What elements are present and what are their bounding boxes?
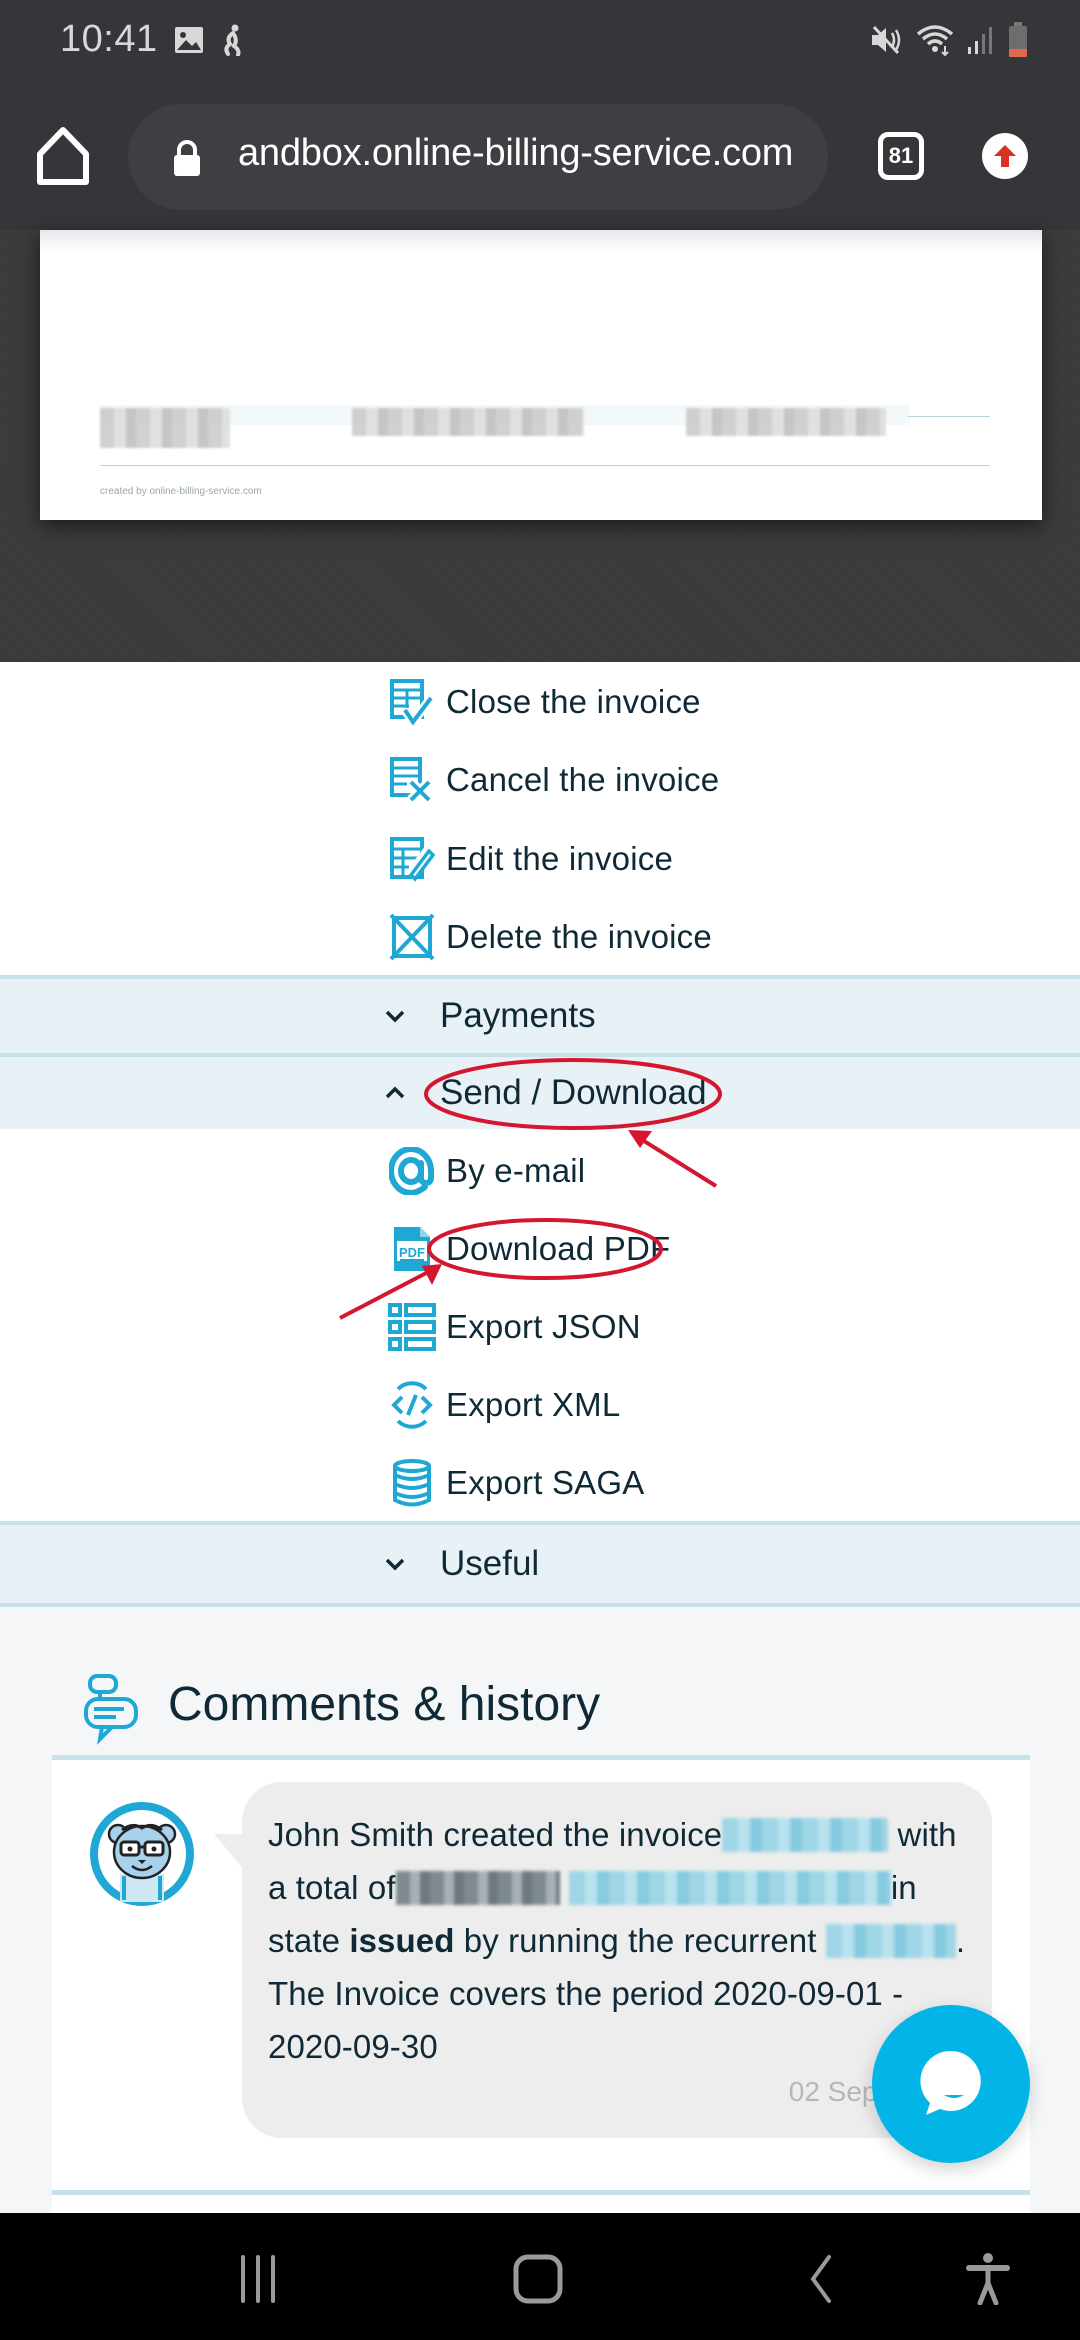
- invoice-rule: [908, 416, 990, 417]
- chat-bubbles-icon: [82, 1673, 146, 1745]
- chat-icon: [920, 2050, 981, 2115]
- comment-author-line: John Smith created the invoice: [268, 1816, 723, 1853]
- delete-box-icon: [388, 913, 436, 961]
- battery-low-icon: [1008, 22, 1028, 63]
- section-label: Useful: [440, 1544, 540, 1583]
- chevron-down-icon: [380, 1001, 410, 1031]
- action-label: Download PDF: [446, 1230, 671, 1267]
- comment-text-fragment: state: [268, 1922, 341, 1959]
- home-icon: [37, 127, 89, 185]
- system-nav-bar: [0, 2213, 1080, 2340]
- comment-text: John Smith created the invoice with a to…: [268, 1816, 966, 2065]
- redacted-text: [686, 408, 886, 436]
- action-label: Export XML: [446, 1386, 621, 1423]
- section-label: Payments: [440, 996, 596, 1035]
- export-json-action[interactable]: Export JSON: [388, 1297, 641, 1357]
- browser-chrome: 10:41 andbox.online-billing-service.com …: [0, 0, 1080, 230]
- action-label: By e-mail: [446, 1152, 586, 1189]
- invoice-credit: created by online-billing-service.com: [100, 486, 262, 497]
- status-icons-right: [870, 22, 1028, 63]
- action-label: Export SAGA: [446, 1464, 645, 1501]
- mute-icon: [870, 24, 904, 61]
- chevron-down-icon: [380, 1549, 410, 1579]
- redacted-recurrent-id[interactable]: [825, 1924, 956, 1958]
- action-label: Close the invoice: [446, 683, 701, 720]
- section-useful[interactable]: Useful: [0, 1521, 1080, 1603]
- back-button[interactable]: [790, 2251, 850, 2307]
- code-icon: [388, 1381, 436, 1429]
- invoice-check-icon: [388, 678, 436, 726]
- wifi-icon: [916, 24, 954, 61]
- signal-icon: [966, 25, 996, 60]
- action-label: Edit the invoice: [446, 840, 673, 877]
- url-text[interactable]: andbox.online-billing-service.com: [238, 132, 793, 175]
- home-square-icon: [513, 2254, 563, 2304]
- close-invoice-action[interactable]: Close the invoice: [388, 672, 701, 732]
- update-arrow-icon: [994, 145, 1016, 167]
- edit-invoice-action[interactable]: Edit the invoice: [388, 829, 673, 889]
- gallery-icon: [174, 26, 204, 59]
- list-icon: [388, 1303, 436, 1351]
- invoice-cancel-icon: [388, 756, 436, 804]
- comment-card: John Smith created the invoice with a to…: [52, 1755, 1030, 2225]
- pdf-file-icon: PDF: [388, 1225, 436, 1273]
- status-icons-left: [174, 24, 246, 61]
- cancel-invoice-action[interactable]: Cancel the invoice: [388, 750, 719, 810]
- accessibility-icon: [966, 2253, 1010, 2305]
- delete-invoice-action[interactable]: Delete the invoice: [388, 907, 712, 967]
- home-nav-button[interactable]: [508, 2251, 568, 2307]
- export-xml-action[interactable]: Export XML: [388, 1375, 620, 1435]
- redacted-amount: [395, 1871, 560, 1905]
- action-label: Export JSON: [446, 1308, 641, 1345]
- svg-text:PDF: PDF: [399, 1245, 425, 1260]
- send-by-email-action[interactable]: By e-mail: [388, 1141, 585, 1201]
- recent-apps-icon: [241, 2255, 275, 2303]
- tab-switcher-button[interactable]: 81: [878, 132, 924, 180]
- tab-count: 81: [888, 143, 914, 168]
- comment-text-fragment: with: [897, 1816, 957, 1853]
- section-send-download[interactable]: Send / Download: [0, 1053, 1080, 1129]
- comments-title: Comments & history: [168, 1678, 601, 1731]
- lock-icon[interactable]: [172, 140, 202, 176]
- avatar: [90, 1802, 194, 1906]
- home-button[interactable]: [34, 126, 92, 186]
- comment-text-fragment: a total of: [268, 1869, 396, 1906]
- section-payments[interactable]: Payments: [0, 975, 1080, 1053]
- recent-apps-button[interactable]: [228, 2251, 288, 2307]
- export-saga-action[interactable]: Export SAGA: [388, 1453, 644, 1513]
- status-time: 10:41: [60, 18, 158, 60]
- invoice-edit-icon: [388, 835, 436, 883]
- accessibility-running-icon: [220, 24, 246, 61]
- update-button[interactable]: [982, 133, 1028, 179]
- action-label: Cancel the invoice: [446, 761, 720, 798]
- database-icon: [388, 1459, 436, 1507]
- invoice-rule: [100, 465, 990, 466]
- redacted-text: [352, 408, 584, 436]
- comment-text-fragment: by running the recurrent: [463, 1922, 817, 1959]
- comment-state-value: issued: [349, 1922, 455, 1959]
- comment-text-fragment: in: [890, 1869, 917, 1906]
- comment-period: The Invoice covers the period 2020-09-01…: [268, 1975, 904, 2065]
- action-label: Delete the invoice: [446, 918, 712, 955]
- chevron-up-icon: [380, 1078, 410, 1108]
- chat-support-button[interactable]: [872, 2005, 1030, 2163]
- invoice-page-preview[interactable]: created by online-billing-service.com: [40, 230, 1042, 520]
- section-label: Send / Download: [440, 1073, 707, 1112]
- accessibility-button[interactable]: [958, 2251, 1018, 2307]
- comment-divider: [52, 2190, 1030, 2195]
- redacted-client-name[interactable]: [568, 1871, 891, 1905]
- invoice-preview-area: created by online-billing-service.com: [0, 230, 1080, 662]
- back-icon: [810, 2255, 831, 2303]
- download-pdf-action[interactable]: PDF Download PDF: [388, 1219, 670, 1279]
- at-sign-icon: [388, 1147, 436, 1195]
- redacted-text: [100, 408, 230, 448]
- status-bar: 10:41: [0, 0, 1080, 84]
- redacted-invoice-number[interactable]: [722, 1818, 889, 1852]
